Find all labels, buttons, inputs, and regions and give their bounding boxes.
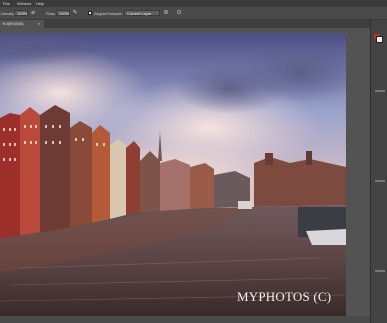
- menu-file[interactable]: Fbe: [3, 1, 10, 6]
- sample-select[interactable]: Current Layer: [124, 10, 160, 16]
- document-tab-bar: % 8(RGB/8) ×: [0, 20, 370, 28]
- image-canvas[interactable]: MYPHOTOS (C): [0, 33, 346, 316]
- flow-label: Flow:: [46, 11, 56, 16]
- menu-window[interactable]: Window: [17, 1, 31, 6]
- flow-icon[interactable]: ✎: [72, 10, 78, 16]
- panel-divider: [375, 270, 385, 272]
- menu-help[interactable]: Help: [36, 1, 44, 6]
- document-tab-title: % 8(RGB/8): [2, 21, 24, 26]
- aligned-checkbox[interactable]: [88, 11, 92, 15]
- right-panel: [370, 20, 387, 323]
- document-tab[interactable]: % 8(RGB/8) ×: [0, 20, 44, 28]
- foreground-swatch[interactable]: [376, 36, 383, 43]
- options-bar: Density: 100% ⌀ Flow: 100% ✎ Aligned Sam…: [0, 7, 387, 20]
- photo: [0, 33, 346, 316]
- canvas-pasteboard: [346, 28, 370, 323]
- panel-divider: [375, 180, 385, 182]
- ignore-adjustment-icon[interactable]: ⊘: [163, 10, 169, 16]
- airbrush-icon[interactable]: ⌀: [30, 10, 36, 16]
- aligned-label: Aligned: [94, 11, 108, 16]
- status-bar: [0, 316, 370, 323]
- flow-field[interactable]: 100%: [56, 10, 70, 16]
- close-icon[interactable]: ×: [38, 20, 40, 28]
- sample-label: Sample:: [108, 11, 123, 16]
- clone-source-icon[interactable]: ⊙: [176, 10, 182, 16]
- panel-divider: [375, 90, 385, 92]
- density-field[interactable]: 100%: [14, 10, 28, 16]
- menu-bar: Fbe Window Help: [0, 0, 387, 7]
- watermark-text: MYPHOTOS (C): [237, 289, 332, 304]
